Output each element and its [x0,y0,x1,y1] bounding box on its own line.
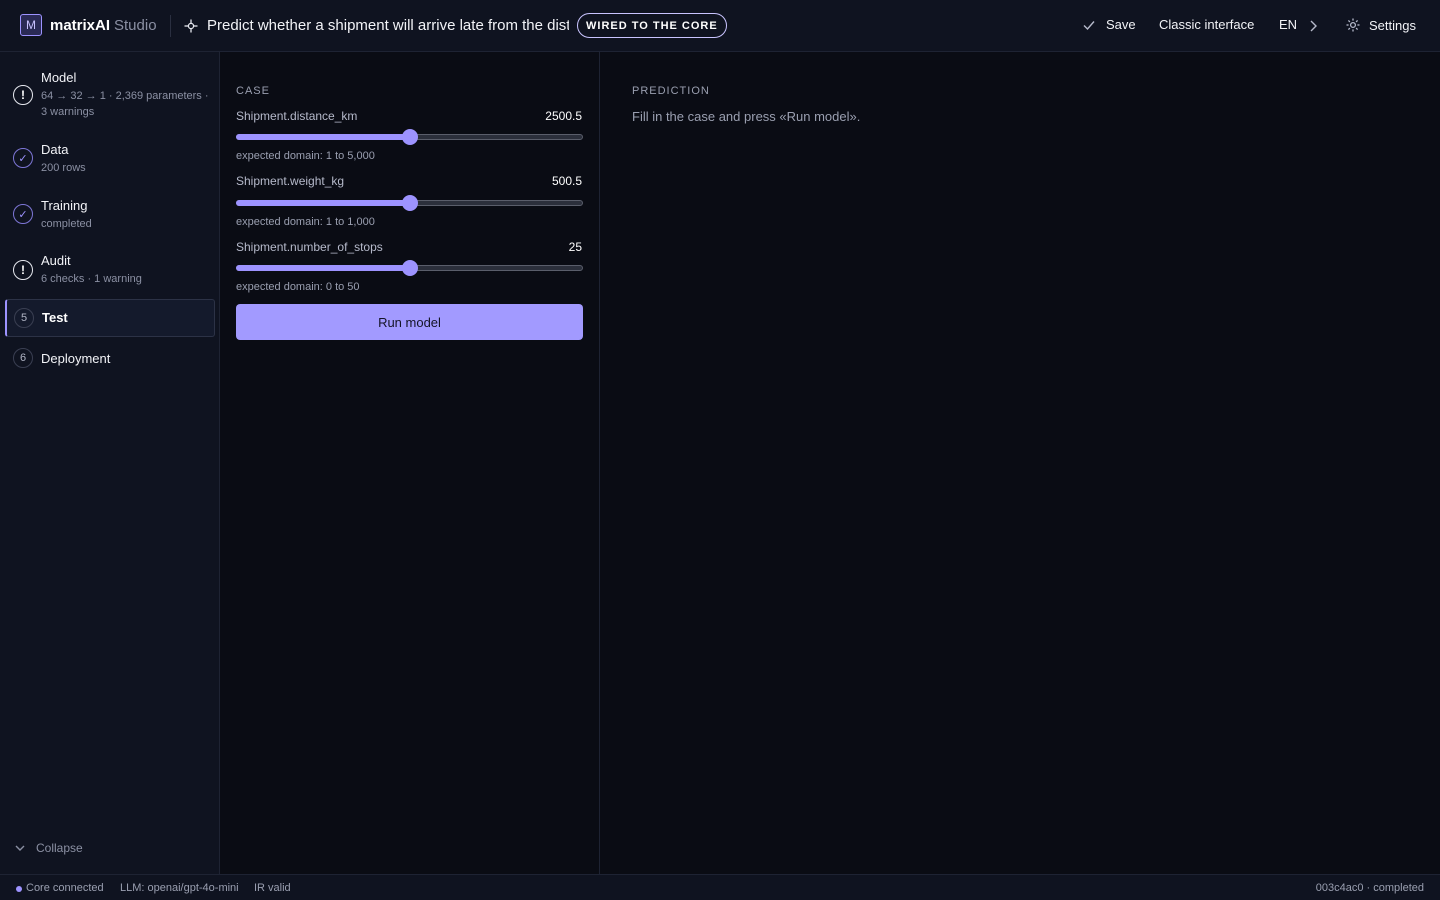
step-number: 5 [14,308,34,328]
gear-icon [1346,18,1360,32]
llm-status: LLM: openai/gpt-4o-mini [120,882,239,894]
slider-thumb[interactable] [401,195,418,211]
classic-interface-link[interactable]: Classic interface [1159,17,1254,32]
step-subtitle: 6 checks · 1 warning [41,273,142,285]
brand-subtitle: Studio [114,17,157,34]
sidebar-step-training[interactable]: ✓ Training completed [5,194,215,234]
slider-fill [236,265,410,271]
field-value: 25 [568,240,582,254]
brand-name: matrixAI [50,17,111,34]
case-section-label: CASE [236,85,270,97]
field-label: Shipment.distance_km [236,109,358,123]
ir-status: IR valid [254,882,291,894]
slider-fill [236,134,410,140]
stops-slider[interactable] [236,260,583,276]
save-label: Save [1106,17,1136,32]
check-icon: ✓ [13,148,33,168]
step-title: Deployment [41,351,111,366]
network-icon [184,19,198,33]
sidebar: ! Model 64 → 32 → 1 · 2,369 parameters ·… [0,52,220,874]
chevron-right-icon[interactable] [1307,19,1319,33]
status-bar: Core connected LLM: openai/gpt-4o-mini I… [0,874,1440,900]
check-icon: ✓ [13,204,33,224]
chevron-down-icon [15,845,25,851]
field-label: Shipment.number_of_stops [236,240,383,254]
sidebar-step-data[interactable]: ✓ Data 200 rows [5,138,215,178]
collapse-label: Collapse [36,841,83,855]
save-button[interactable]: Save [1082,17,1136,32]
sidebar-step-model[interactable]: ! Model 64 → 32 → 1 · 2,369 parameters ·… [5,66,215,124]
step-subtitle: completed [41,218,92,230]
run-status: 003c4ac0 · completed [1315,882,1424,894]
step-subtitle: 200 rows [41,162,86,174]
field-label: Shipment.weight_kg [236,174,345,188]
step-title: Training [41,198,88,213]
step-subtitle: 64 → 32 → 1 · 2,369 parameters · 3 warni… [41,90,209,118]
step-title: Test [42,310,68,325]
app-logo: M [20,14,42,36]
settings-button[interactable]: Settings [1345,17,1416,33]
field-value: 2500.5 [545,109,582,123]
sidebar-step-audit[interactable]: ! Audit 6 checks · 1 warning [5,249,215,289]
field-hint: expected domain: 0 to 50 [236,281,360,293]
project-title[interactable]: Predict whether a shipment will arrive l… [207,17,569,34]
core-badge: WIRED TO THE CORE [577,13,727,38]
field-hint: expected domain: 1 to 1,000 [236,216,375,228]
settings-label: Settings [1369,17,1416,33]
collapse-button[interactable]: Collapse [14,841,83,855]
warning-icon: ! [13,260,33,280]
check-icon [1083,20,1095,30]
sidebar-step-deployment[interactable]: 6 Deployment [5,347,215,368]
slider-thumb[interactable] [401,129,418,145]
warning-icon: ! [13,85,33,105]
weight-slider[interactable] [236,195,583,211]
field-hint: expected domain: 1 to 5,000 [236,150,375,162]
top-bar: M matrixAI Studio Predict whether a ship… [0,0,1440,52]
slider-thumb[interactable] [401,260,418,276]
language-selector[interactable]: EN [1279,17,1297,32]
core-status: Core connected [26,882,104,894]
step-title: Model [41,70,77,85]
field-value: 500.5 [551,174,582,188]
slider-fill [236,200,410,206]
prediction-section-label: PREDICTION [632,85,710,97]
sidebar-step-test[interactable]: 5 Test [5,299,215,337]
step-title: Audit [41,253,71,268]
case-panel: CASE Shipment.distance_km 2500.5 expecte… [220,52,600,874]
step-title: Data [41,142,69,157]
prediction-placeholder: Fill in the case and press «Run model». [632,109,861,124]
status-dot-icon [16,886,22,892]
run-model-button[interactable]: Run model [236,304,583,340]
header-divider [170,15,171,37]
step-number: 6 [13,348,33,368]
distance-slider[interactable] [236,129,583,145]
